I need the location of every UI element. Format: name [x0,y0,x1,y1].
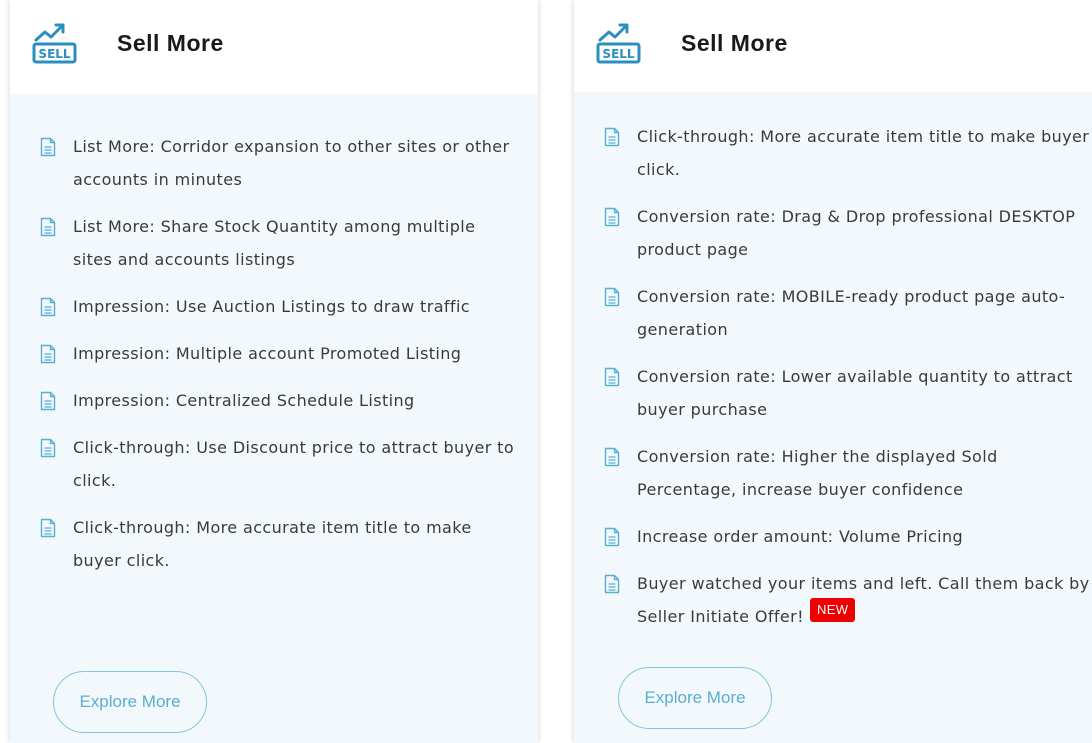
item-text: Conversion rate: Lower available quantit… [637,367,1073,419]
list-item: Conversion rate: Drag & Drop professiona… [574,200,1092,266]
new-badge: NEW [809,598,856,622]
list-item: Buyer watched your items and left. Call … [574,567,1092,633]
document-icon [40,518,56,538]
document-icon [40,137,56,157]
list-item: Conversion rate: Higher the displayed So… [574,440,1092,506]
list-item: Click-through: Use Discount price to att… [10,431,538,497]
card-header: SELL Sell More [574,0,1092,92]
document-icon [40,344,56,364]
sell-chart-icon: SELL [32,23,77,64]
list-item: Click-through: More accurate item title … [10,511,538,577]
list-item: Conversion rate: Lower available quantit… [574,360,1092,426]
logo-text: SELL [38,47,70,61]
document-icon [604,574,620,594]
item-text: Conversion rate: Drag & Drop professiona… [637,207,1076,259]
feature-list: Click-through: More accurate item title … [574,120,1092,633]
document-icon [604,367,620,387]
item-text: Conversion rate: MOBILE-ready product pa… [637,287,1066,339]
document-icon [604,287,620,307]
list-item: Conversion rate: MOBILE-ready product pa… [574,280,1092,346]
sell-chart-icon: SELL [596,23,641,64]
list-item: List More: Corridor expansion to other s… [10,130,538,196]
list-item: Impression: Use Auction Listings to draw… [10,290,538,323]
item-text: Click-through: More accurate item title … [637,127,1090,179]
item-text: Increase order amount: Volume Pricing [637,527,964,546]
item-text: Impression: Centralized Schedule Listing [73,391,415,410]
item-text: List More: Share Stock Quantity among mu… [73,217,476,269]
card-title: Sell More [117,30,224,56]
sell-more-card-left: SELL Sell More List More: Corridor expan… [10,0,538,743]
document-icon [604,207,620,227]
list-item: Impression: Multiple account Promoted Li… [10,337,538,370]
document-icon [40,391,56,411]
feature-list: List More: Corridor expansion to other s… [10,130,538,577]
card-title: Sell More [681,30,788,56]
explore-more-button[interactable]: Explore More [618,667,772,729]
item-text: Impression: Use Auction Listings to draw… [73,297,471,316]
item-text: List More: Corridor expansion to other s… [73,137,510,189]
document-icon [604,447,620,467]
list-item: Impression: Centralized Schedule Listing [10,384,538,417]
document-icon [604,527,620,547]
item-text: Click-through: Use Discount price to att… [73,438,515,490]
explore-more-button[interactable]: Explore More [53,671,207,733]
document-icon [40,297,56,317]
item-text: Conversion rate: Higher the displayed So… [637,447,998,499]
logo-text: SELL [602,47,634,61]
document-icon [40,438,56,458]
sell-more-card-right: SELL Sell More Click-through: More accur… [574,0,1092,743]
document-icon [604,127,620,147]
list-item: List More: Share Stock Quantity among mu… [10,210,538,276]
list-item: Click-through: More accurate item title … [574,120,1092,186]
item-text: Buyer watched your items and left. Call … [637,574,1090,626]
item-text: Impression: Multiple account Promoted Li… [73,344,462,363]
document-icon [40,217,56,237]
list-item: Increase order amount: Volume Pricing [574,520,1092,553]
card-header: SELL Sell More [10,0,538,94]
item-text: Click-through: More accurate item title … [73,518,472,570]
